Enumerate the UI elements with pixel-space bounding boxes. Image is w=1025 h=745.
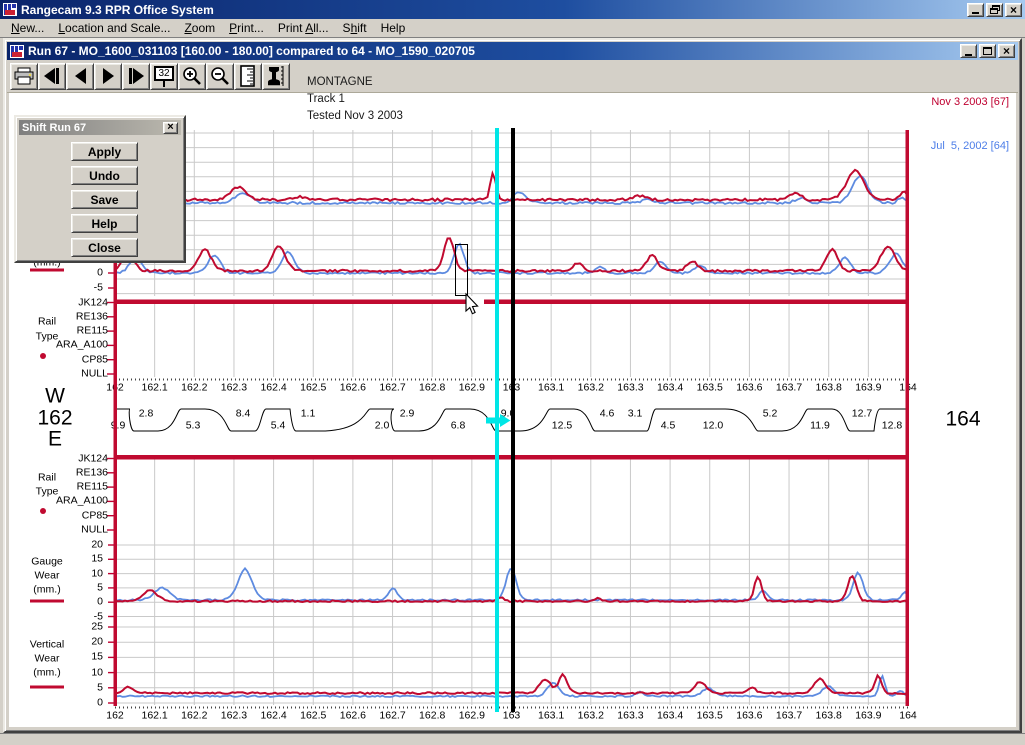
run-legend: Nov 3 2003 [67] Jul 5, 2002 [64] — [931, 66, 1009, 168]
toolbar: 32 — [7, 60, 1018, 93]
step-backward-button[interactable] — [38, 63, 66, 90]
run-window-title: Run 67 - MO_1600_031103 [160.00 - 180.00… — [28, 44, 475, 58]
milepost-button[interactable]: 32 — [150, 63, 178, 90]
printer-icon — [13, 66, 35, 86]
rail-profile-button[interactable] — [262, 63, 290, 90]
run-maximize-button[interactable] — [979, 44, 996, 58]
zoom-out-button[interactable] — [206, 63, 234, 90]
milepost-sign-icon: 32 — [154, 66, 173, 87]
forward-button[interactable] — [94, 63, 122, 90]
menu-item-locationandscale[interactable]: Location and Scale... — [51, 19, 177, 38]
window-bottom-frame — [0, 733, 1025, 745]
legend-compare-run: Jul 5, 2002 [64] — [931, 139, 1009, 154]
zoom-in-button[interactable] — [178, 63, 206, 90]
tested-date: Tested Nov 3 2003 — [307, 108, 403, 125]
main-titlebar[interactable]: Rangecam 9.3 RPR Office System × — [0, 0, 1025, 19]
rail-profile-icon — [265, 65, 287, 87]
zoom-in-icon — [181, 66, 203, 87]
backward-icon — [75, 68, 86, 84]
shift-dialog: Shift Run 67 × Apply Undo Save Help Clos… — [14, 115, 186, 263]
backward-button[interactable] — [66, 63, 94, 90]
track-name: Track 1 — [307, 91, 403, 108]
save-button[interactable]: Save — [71, 190, 138, 209]
forward-icon — [103, 68, 114, 84]
run-window-titlebar[interactable]: Run 67 - MO_1600_031103 [160.00 - 180.00… — [7, 42, 1018, 60]
step-forward-button[interactable] — [122, 63, 150, 90]
menu-item-help[interactable]: Help — [374, 19, 413, 38]
run-window-icon — [10, 45, 24, 58]
run-close-button[interactable]: × — [998, 44, 1015, 58]
help-button[interactable]: Help — [71, 214, 138, 233]
shift-dialog-titlebar[interactable]: Shift Run 67 × — [19, 120, 181, 135]
menu-item-printall[interactable]: Print All... — [271, 19, 336, 38]
zoom-out-icon — [209, 66, 231, 87]
menu-item-print[interactable]: Print... — [222, 19, 271, 38]
rangecam-app: { "main_window": {"title": "Rangecam 9.3… — [0, 0, 1025, 745]
print-button[interactable] — [10, 63, 38, 90]
main-minimize-button[interactable] — [967, 3, 984, 17]
run-minimize-button[interactable] — [960, 44, 977, 58]
run-header: MONTAGNE Track 1 Tested Nov 3 2003 — [307, 74, 403, 125]
menu-item-new[interactable]: New... — [4, 19, 51, 38]
undo-button[interactable]: Undo — [71, 166, 138, 185]
step-backward-icon — [44, 68, 55, 84]
step-forward-bar — [129, 68, 132, 84]
menu-item-shift[interactable]: Shift — [336, 19, 374, 38]
step-backward-bar — [56, 68, 59, 84]
step-forward-icon — [133, 68, 144, 84]
shift-dialog-close-button[interactable]: × — [163, 122, 178, 134]
main-window-title: Rangecam 9.3 RPR Office System — [21, 3, 214, 17]
main-close-button[interactable]: × — [1005, 3, 1022, 17]
legend-current-run: Nov 3 2003 [67] — [931, 95, 1009, 110]
menubar: New...Location and Scale...ZoomPrint...P… — [0, 19, 1025, 38]
ruler-icon — [238, 65, 258, 87]
ruler-button[interactable] — [234, 63, 262, 90]
apply-button[interactable]: Apply — [71, 142, 138, 161]
menu-item-zoom[interactable]: Zoom — [177, 19, 222, 38]
location-name: MONTAGNE — [307, 74, 403, 91]
shift-dialog-title: Shift Run 67 — [22, 122, 86, 134]
main-restore-button[interactable] — [986, 3, 1003, 17]
app-icon — [3, 3, 17, 16]
close-button[interactable]: Close — [71, 238, 138, 257]
